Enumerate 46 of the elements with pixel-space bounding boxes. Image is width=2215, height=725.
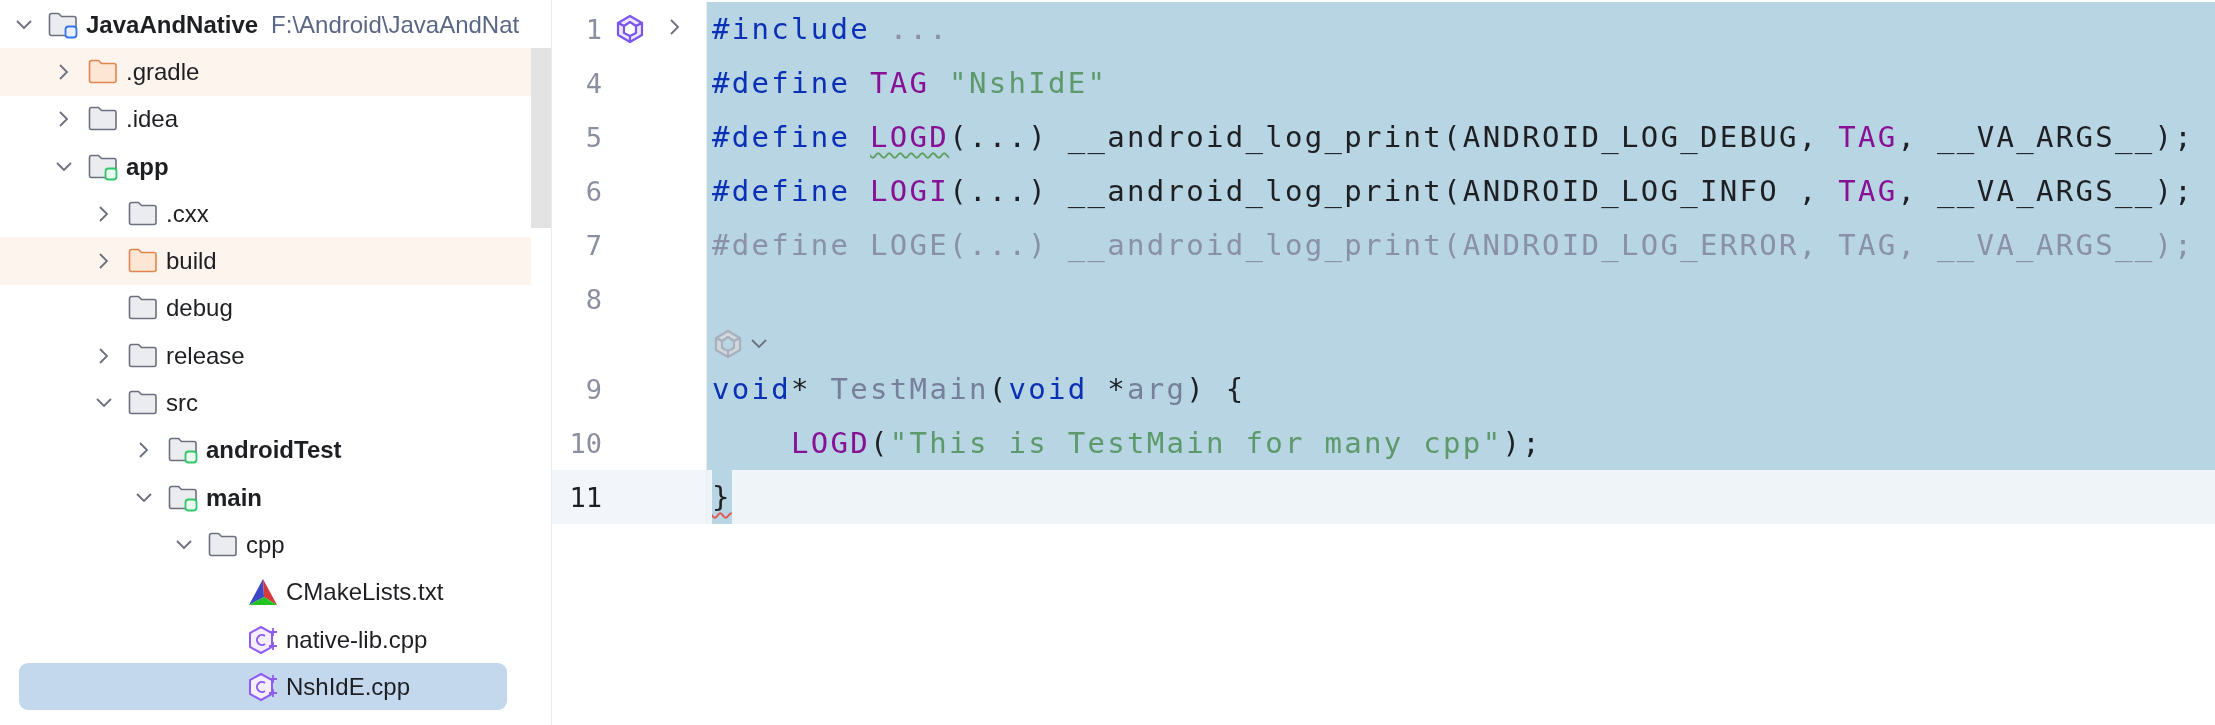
line-number: 4 <box>584 67 602 99</box>
code-line: #define LOGI(...) __android_log_print(ANDROID_LOG_INFO , TAG, __VA_ARGS__); <box>712 174 2194 208</box>
line-number: 6 <box>584 175 602 207</box>
tree-item[interactable]: release <box>0 332 531 380</box>
folder-icon <box>128 199 158 228</box>
code-line: #include ... <box>712 12 950 46</box>
tree-item[interactable]: JavaAndNative F:\Android\JavaAndNat <box>0 1 531 49</box>
tree-item[interactable]: .idea <box>0 95 531 143</box>
tree-item[interactable]: main <box>0 473 531 522</box>
tree-item[interactable]: CMakeLists.txt <box>0 568 531 616</box>
line-number: 9 <box>584 373 602 405</box>
code-line: LOGD("This is TestMain for many cpp"); <box>790 426 1542 460</box>
code-line: #define LOGD(...) __android_log_print(ANDROID_LOG_DEBUG, TAG, __VA_ARGS__); <box>712 120 2194 154</box>
line-number: 11 <box>568 481 602 513</box>
module-folder-icon <box>168 436 198 465</box>
tree-item[interactable]: NshIdE.cpp <box>19 663 507 711</box>
scrollbar[interactable] <box>531 48 551 228</box>
folder-icon <box>128 389 158 417</box>
tree-item[interactable]: androidTest <box>0 426 531 474</box>
knot-icon[interactable] <box>614 13 646 45</box>
tree-item[interactable]: src <box>0 379 531 427</box>
line-number: 8 <box>584 283 602 315</box>
tree-item[interactable]: .gradle <box>0 48 531 96</box>
tree-item[interactable]: .cxx <box>0 190 531 238</box>
line-number: 1 <box>584 13 602 45</box>
line-number: 7 <box>584 229 602 261</box>
tree-item[interactable]: native-lib.cpp <box>0 615 531 664</box>
folder-icon <box>128 341 158 370</box>
line-number: 5 <box>584 121 602 153</box>
code-line: #define LOGE(...) __android_log_print(ANDROID_LOG_ERROR, TAG, __VA_ARGS__); <box>712 228 2194 262</box>
tree-item[interactable]: app <box>0 142 531 191</box>
triangle-icon <box>248 578 278 607</box>
tree-item[interactable]: build <box>0 237 531 285</box>
project-path: F:\Android\JavaAndNat <box>271 10 520 39</box>
cpp-file-icon <box>248 671 278 702</box>
code-line: void* TestMain(void *arg) { <box>712 372 1246 406</box>
folder-icon <box>88 57 118 86</box>
tree-item[interactable]: cpp <box>0 521 531 569</box>
tree-item[interactable]: debug <box>0 284 531 333</box>
code-line: #define TAG "NshIdE" <box>712 66 1108 100</box>
cpp-file-icon <box>248 624 278 655</box>
line-number: 10 <box>568 427 602 459</box>
module-folder-icon <box>48 10 78 39</box>
module-folder-icon <box>168 483 198 512</box>
module-folder-icon <box>88 152 118 181</box>
folder-icon <box>208 530 238 559</box>
